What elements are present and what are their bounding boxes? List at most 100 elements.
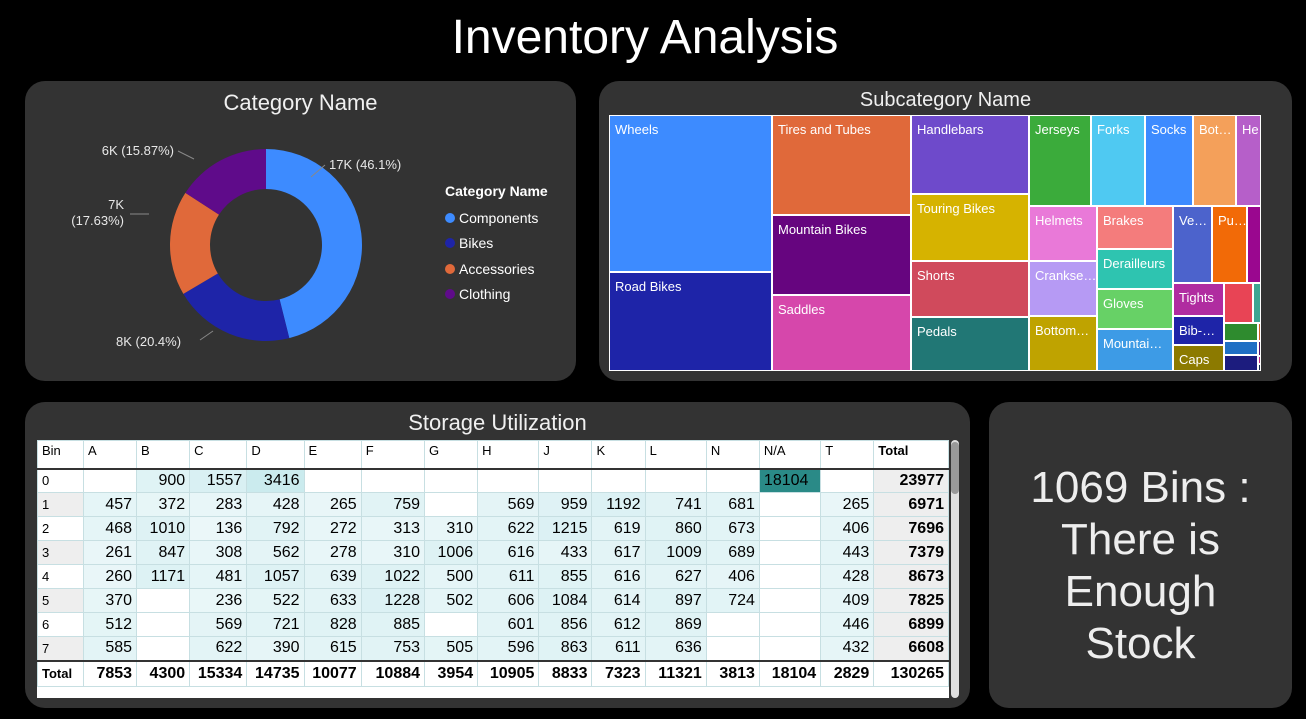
row-total-cell[interactable]: 7379 [873, 540, 949, 565]
total-row[interactable]: Total 7853 4300 15334 14735 10077 10884 3954 109… [37, 659, 949, 687]
treemap-tile-vests[interactable]: Ve… [1173, 206, 1212, 283]
treemap-tile-brakes[interactable]: Brakes [1097, 206, 1173, 249]
table-cell[interactable]: 619 [591, 516, 646, 541]
scrollbar-thumb[interactable] [951, 442, 959, 494]
table-cell[interactable]: 606 [477, 588, 540, 613]
column-header[interactable]: E [303, 440, 362, 469]
table-cell[interactable]: 1006 [424, 540, 479, 565]
treemap-tile-bib-shorts[interactable]: Bib-… [1173, 316, 1224, 345]
column-total-cell[interactable]: 4300 [136, 659, 191, 687]
storage-panel[interactable]: Storage Utilization Bin A B C D E F G H J K L N N/A T T… [25, 402, 970, 708]
table-cell[interactable] [758, 564, 822, 589]
table-cell[interactable] [424, 612, 479, 637]
table-cell[interactable]: 1192 [591, 492, 646, 517]
table-cell[interactable] [758, 540, 822, 565]
table-cell[interactable] [360, 467, 426, 493]
column-total-cell[interactable]: 10905 [477, 659, 540, 687]
table-cell[interactable] [538, 467, 593, 493]
table-cell[interactable] [758, 636, 822, 661]
table-cell[interactable]: 522 [246, 588, 305, 613]
column-header[interactable]: N/A [758, 440, 822, 469]
treemap-tile-mountain-bikes[interactable]: Mountain Bikes [772, 215, 911, 295]
table-cell[interactable] [591, 467, 646, 493]
table-cell[interactable] [705, 612, 760, 637]
table-cell[interactable]: 753 [360, 636, 426, 661]
table-cell[interactable]: 428 [820, 564, 875, 589]
table-cell[interactable]: 615 [303, 636, 362, 661]
table-cell[interactable]: 481 [189, 564, 248, 589]
treemap-tile-shorts[interactable]: Shorts [911, 261, 1029, 317]
table-cell[interactable]: 406 [820, 516, 875, 541]
table-cell[interactable]: 236 [189, 588, 248, 613]
treemap-tile-derailleurs[interactable]: Derailleurs [1097, 249, 1173, 289]
table-row[interactable]: 6 512 569 721 828 885 601 856 612 869 446 6899 [37, 612, 949, 637]
column-total-cell[interactable]: 11321 [644, 659, 707, 687]
column-header[interactable]: T [820, 440, 875, 469]
table-cell[interactable] [758, 516, 822, 541]
table-cell[interactable] [303, 467, 362, 493]
column-header[interactable]: J [538, 440, 593, 469]
table-cell[interactable]: 611 [477, 564, 540, 589]
table-cell[interactable]: 869 [644, 612, 707, 637]
table-cell[interactable]: 636 [644, 636, 707, 661]
treemap-tile-jerseys[interactable]: Jerseys [1029, 115, 1091, 206]
table-cell[interactable]: 828 [303, 612, 362, 637]
column-header[interactable]: A [82, 440, 138, 469]
row-total-cell[interactable]: 6608 [873, 636, 949, 661]
table-cell[interactable]: 18104 [758, 467, 822, 493]
table-cell[interactable] [136, 612, 191, 637]
table-cell[interactable]: 681 [705, 492, 760, 517]
category-legend[interactable]: Category Name Components Bikes Accessori… [445, 183, 548, 307]
table-cell[interactable]: 1557 [189, 467, 248, 493]
table-cell[interactable]: 897 [644, 588, 707, 613]
row-total-cell[interactable]: 7825 [873, 588, 949, 613]
vertical-scrollbar[interactable] [951, 440, 959, 698]
table-cell[interactable]: 428 [246, 492, 305, 517]
table-cell[interactable] [136, 588, 191, 613]
treemap-tile-forks[interactable]: Forks [1091, 115, 1145, 206]
row-label[interactable]: 5 [37, 588, 84, 613]
table-cell[interactable]: 278 [303, 540, 362, 565]
row-total-cell[interactable]: 6899 [873, 612, 949, 637]
table-cell[interactable] [758, 612, 822, 637]
table-cell[interactable]: 406 [705, 564, 760, 589]
table-cell[interactable] [705, 467, 760, 493]
table-cell[interactable]: 596 [477, 636, 540, 661]
table-cell[interactable]: 283 [189, 492, 248, 517]
table-cell[interactable]: 633 [303, 588, 362, 613]
table-cell[interactable]: 1022 [360, 564, 426, 589]
table-cell[interactable]: 500 [424, 564, 479, 589]
treemap-tile-bottles[interactable]: Bot… [1193, 115, 1236, 206]
subcategory-treemap[interactable]: Wheels Road Bikes Tires and Tubes Mountain … [609, 115, 1261, 371]
table-cell[interactable]: 443 [820, 540, 875, 565]
table-cell[interactable]: 1084 [538, 588, 593, 613]
table-row[interactable]: 4 260 1171 481 1057 639 1022 500 611 855 616 627 406… [37, 564, 949, 589]
table-cell[interactable]: 900 [136, 467, 191, 493]
table-cell[interactable]: 512 [82, 612, 138, 637]
table-cell[interactable]: 446 [820, 612, 875, 637]
column-header[interactable]: Bin [37, 440, 84, 469]
treemap-tile-helmets[interactable]: Helmets [1029, 206, 1097, 261]
table-cell[interactable]: 1010 [136, 516, 191, 541]
column-total-cell[interactable]: 7323 [591, 659, 646, 687]
table-cell[interactable]: 468 [82, 516, 138, 541]
column-total-cell[interactable]: 130265 [873, 659, 949, 687]
table-cell[interactable]: 310 [360, 540, 426, 565]
row-label[interactable]: 0 [37, 467, 84, 493]
table-cell[interactable]: 457 [82, 492, 138, 517]
table-cell[interactable]: 1057 [246, 564, 305, 589]
table-cell[interactable]: 855 [538, 564, 593, 589]
table-cell[interactable]: 409 [820, 588, 875, 613]
table-cell[interactable]: 433 [538, 540, 593, 565]
table-cell[interactable]: 622 [477, 516, 540, 541]
treemap-tile-blue-small[interactable] [1224, 341, 1258, 355]
treemap-tile-green-small[interactable] [1224, 323, 1258, 341]
table-cell[interactable]: 432 [820, 636, 875, 661]
treemap-tile-purple-small[interactable] [1247, 206, 1261, 283]
table-cell[interactable]: 265 [303, 492, 362, 517]
table-cell[interactable] [644, 467, 707, 493]
category-panel[interactable]: Category Name 17K (46.1%) 8K (20.4%) 7K (17… [25, 81, 576, 381]
storage-matrix[interactable]: Bin A B C D E F G H J K L N N/A T Total 0 900 1557 3416 181… [37, 440, 949, 698]
table-cell[interactable]: 741 [644, 492, 707, 517]
treemap-tile-saddles[interactable]: Saddles [772, 295, 911, 371]
